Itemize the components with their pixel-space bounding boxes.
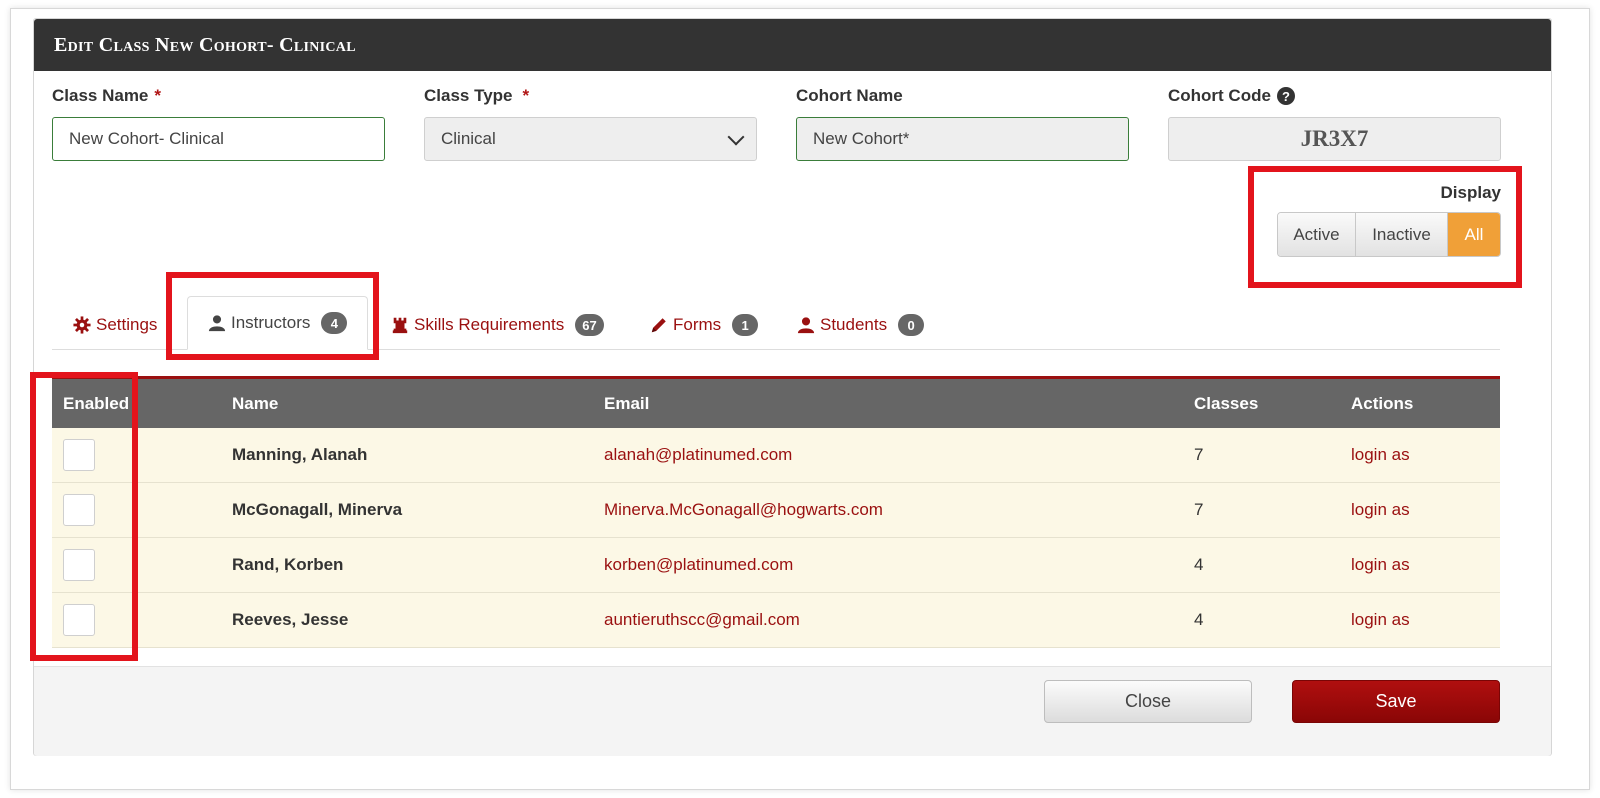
enabled-checkbox[interactable] — [63, 549, 95, 581]
instructors-table: Enabled Name Email Classes Actions Manni… — [52, 376, 1500, 648]
modal-header: Edit Class New Cohort- Clinical — [34, 19, 1551, 71]
login-as-link[interactable]: login as — [1351, 500, 1500, 520]
cohort-name-label: Cohort Name — [796, 86, 903, 105]
required-marker: * — [154, 86, 162, 105]
table-row: McGonagall, Minerva Minerva.McGonagall@h… — [52, 483, 1500, 538]
save-button[interactable]: Save — [1292, 680, 1500, 723]
cohort-code-field: JR3X7 — [1168, 117, 1501, 161]
cohort-code-label: Cohort Code ? — [1168, 86, 1295, 106]
class-type-select[interactable]: Clinical — [424, 117, 757, 161]
tab-forms[interactable]: Forms 1 — [650, 302, 759, 348]
table-row: Rand, Korben korben@platinumed.com 4 log… — [52, 538, 1500, 593]
instructor-email-link[interactable]: alanah@platinumed.com — [604, 445, 1194, 465]
gear-icon — [73, 316, 91, 334]
instructor-name: Manning, Alanah — [232, 445, 368, 464]
enabled-checkbox[interactable] — [63, 604, 95, 636]
instructor-classes: 4 — [1194, 555, 1204, 574]
login-as-link[interactable]: login as — [1351, 555, 1500, 575]
table-header: Enabled Name Email Classes Actions — [52, 376, 1500, 428]
rook-icon — [391, 316, 409, 334]
skills-count-badge: 67 — [575, 314, 604, 336]
class-name-label: Class Name * — [52, 86, 162, 105]
display-inactive-button[interactable]: Inactive — [1356, 213, 1448, 256]
instructors-count-badge: 4 — [321, 312, 348, 334]
instructor-name: Reeves, Jesse — [232, 610, 349, 629]
enabled-checkbox[interactable] — [63, 494, 95, 526]
students-count-badge: 0 — [898, 314, 925, 336]
cohort-name-input[interactable]: New Cohort* — [796, 117, 1129, 161]
class-name-input[interactable]: New Cohort- Clinical — [52, 117, 385, 161]
class-type-label: Class Type * — [424, 86, 530, 105]
header-email[interactable]: Email — [604, 394, 1194, 414]
instructor-name: McGonagall, Minerva — [232, 500, 403, 519]
modal-title: Edit Class New Cohort- Clinical — [54, 33, 356, 56]
tab-students[interactable]: Students 0 — [797, 302, 925, 348]
header-classes[interactable]: Classes — [1194, 394, 1351, 414]
instructor-classes: 4 — [1194, 610, 1204, 629]
header-actions: Actions — [1351, 393, 1414, 413]
login-as-link[interactable]: login as — [1351, 445, 1500, 465]
enabled-checkbox[interactable] — [63, 439, 95, 471]
instructor-classes: 7 — [1194, 445, 1204, 464]
help-icon[interactable]: ? — [1276, 87, 1295, 105]
display-filter-group: Active Inactive All — [1277, 212, 1501, 257]
user-icon — [797, 316, 815, 334]
tab-instructors[interactable]: Instructors 4 — [187, 296, 369, 350]
header-name[interactable]: Name — [232, 394, 604, 414]
tab-settings[interactable]: Settings — [73, 302, 157, 348]
chevron-down-icon — [727, 128, 745, 146]
tab-skills-requirements[interactable]: Skills Requirements 67 — [391, 302, 604, 348]
instructor-name: Rand, Korben — [232, 555, 344, 574]
instructor-classes: 7 — [1194, 500, 1204, 519]
required-marker: * — [522, 86, 530, 105]
display-label: Display — [1440, 183, 1501, 202]
instructor-email-link[interactable]: korben@platinumed.com — [604, 555, 1194, 575]
display-all-button[interactable]: All — [1448, 213, 1500, 256]
login-as-link[interactable]: login as — [1351, 610, 1500, 630]
table-row: Manning, Alanah alanah@platinumed.com 7 … — [52, 428, 1500, 483]
instructor-email-link[interactable]: Minerva.McGonagall@hogwarts.com — [604, 500, 1194, 520]
user-icon — [208, 314, 226, 332]
forms-count-badge: 1 — [732, 314, 759, 336]
instructor-email-link[interactable]: auntieruthscc@gmail.com — [604, 610, 1194, 630]
header-enabled[interactable]: Enabled — [52, 394, 232, 414]
table-row: Reeves, Jesse auntieruthscc@gmail.com 4 … — [52, 593, 1500, 648]
display-active-button[interactable]: Active — [1278, 213, 1356, 256]
close-button[interactable]: Close — [1044, 680, 1252, 723]
pencil-icon — [650, 316, 668, 334]
